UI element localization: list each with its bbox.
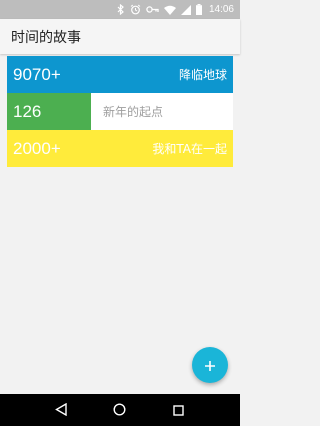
back-button[interactable] [49, 398, 73, 422]
story-count: 126 [13, 101, 42, 121]
story-card-together[interactable]: 2000+ 我和TA在一起 [7, 130, 233, 167]
story-card-earth[interactable]: 9070+ 降临地球 [7, 56, 233, 93]
home-icon [113, 401, 126, 420]
status-time: 14:06 [208, 4, 234, 15]
nav-bar [0, 394, 240, 426]
story-count: 2000+ [13, 138, 61, 158]
recents-button[interactable] [167, 398, 191, 422]
bluetooth-icon [117, 4, 125, 15]
story-list: 9070+ 降临地球 126 新年的起点 2000+ 我和TA在一起 [7, 56, 233, 167]
story-title: 新年的起点 [103, 105, 164, 119]
status-bar: 14:06 [0, 0, 240, 19]
app-title: 时间的故事 [11, 29, 81, 46]
story-title: 降临地球 [178, 68, 227, 82]
home-button[interactable] [108, 398, 132, 422]
recents-icon [173, 401, 184, 420]
alarm-icon [130, 4, 141, 15]
battery-icon [195, 4, 202, 15]
story-count-block: 126 [7, 93, 91, 130]
wifi-icon [163, 5, 176, 15]
story-card-new-year[interactable]: 126 新年的起点 [7, 93, 233, 130]
story-count: 9070+ [13, 64, 61, 84]
key-icon [146, 5, 159, 14]
signal-icon [180, 4, 191, 15]
app-bar: 时间的故事 [0, 19, 240, 54]
add-story-button[interactable] [192, 347, 228, 383]
back-icon [55, 401, 68, 420]
story-title: 我和TA在一起 [152, 142, 227, 156]
plus-icon [204, 355, 216, 375]
